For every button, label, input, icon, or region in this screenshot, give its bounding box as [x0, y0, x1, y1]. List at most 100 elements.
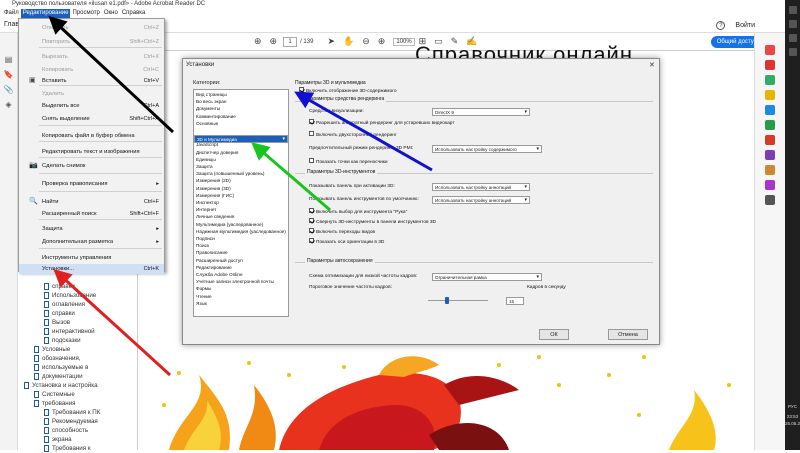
bookmark-item[interactable]: обозначения,: [34, 355, 81, 363]
prev-page-icon[interactable]: ⊕: [254, 36, 262, 47]
help-icon[interactable]: ?: [716, 20, 726, 30]
category-item[interactable]: Мультимедиа (уаследованное): [194, 222, 288, 228]
category-item[interactable]: Чтение: [194, 294, 288, 300]
bookmark-item[interactable]: используемые в: [34, 364, 88, 372]
enable-3d-checkbox[interactable]: Включить отображение 3D-содержимого: [299, 87, 397, 94]
combine-icon[interactable]: [765, 105, 775, 115]
task-icon[interactable]: [788, 34, 797, 42]
category-item[interactable]: Личные сведения: [194, 214, 288, 220]
next-page-icon[interactable]: ⊕: [270, 36, 278, 47]
category-item[interactable]: Расширенный доступ: [194, 258, 288, 264]
category-item[interactable]: Во весь экран: [194, 99, 288, 105]
task-icon[interactable]: [788, 20, 797, 28]
category-item[interactable]: Инспектор: [194, 200, 288, 206]
edit-menu-item[interactable]: 📷 Сделать снимок: [19, 161, 164, 171]
export-pdf-icon[interactable]: [765, 45, 775, 55]
category-item[interactable]: Единицы: [194, 157, 288, 163]
edit-menu-item[interactable]: Копировать Ctrl+C: [19, 65, 164, 75]
close-icon[interactable]: ✕: [649, 61, 655, 69]
bookmark-item[interactable]: подсказки: [44, 337, 81, 345]
create-pdf-icon[interactable]: [765, 60, 775, 70]
send-icon[interactable]: [765, 180, 775, 190]
bookmark-item[interactable]: способность: [44, 427, 88, 435]
bookmark-item[interactable]: Требования к ПК: [44, 409, 100, 417]
edit-menu-item[interactable]: Удалить: [19, 89, 164, 99]
edit-menu-item[interactable]: Редактировать текст и изображения: [19, 147, 164, 157]
edit-menu-item[interactable]: Защита ▸: [19, 224, 164, 234]
default-tools-select[interactable]: Использовать настройку аннотаций: [432, 196, 530, 204]
bookmark-item[interactable]: справки: [44, 310, 75, 318]
collapse-tools-checkbox[interactable]: Свернуть 3D-инструменты в панели инструм…: [309, 218, 436, 225]
attachments-icon[interactable]: 📎: [0, 85, 17, 94]
category-item[interactable]: Служба Adobe Online: [194, 272, 288, 278]
category-item[interactable]: Измерения (ГИС): [194, 193, 288, 199]
start-icon[interactable]: [788, 6, 797, 14]
edit-pdf-icon[interactable]: [765, 75, 775, 85]
double-sided-checkbox[interactable]: Включить двухсторонний рендеринг: [309, 131, 397, 138]
bookmark-item[interactable]: оглавления: [44, 301, 85, 309]
clock-time[interactable]: 23:53: [785, 414, 800, 419]
bookmark-item[interactable]: Установка и настройка: [24, 382, 98, 390]
category-item[interactable]: Учетные записи электронной почты: [194, 279, 288, 285]
renderer-select[interactable]: DirectX 9: [432, 108, 530, 116]
show-panel-select[interactable]: Использовать настройку аннотаций: [432, 183, 530, 191]
comment-tool-icon[interactable]: [765, 90, 775, 100]
fps-slider-track[interactable]: [428, 300, 488, 301]
bookmark-item[interactable]: Рекомендуемая: [44, 418, 98, 426]
edit-menu-item[interactable]: Копировать файл в буфер обмена: [19, 131, 164, 141]
category-item[interactable]: Защита: [194, 164, 288, 170]
zoom-in-icon[interactable]: ⊕: [378, 36, 386, 47]
bookmark-item[interactable]: Системные: [34, 391, 75, 399]
edit-menu-item[interactable]: Выделить все Ctrl+A: [19, 101, 164, 111]
view-transitions-checkbox[interactable]: Включить переходы видов: [309, 228, 375, 235]
category-item[interactable]: Интернет: [194, 207, 288, 213]
select-tool-icon[interactable]: ➤: [327, 36, 335, 47]
ok-button[interactable]: ОК: [539, 329, 569, 340]
category-item[interactable]: Защита (повышенный уровень): [194, 171, 288, 177]
bookmark-item[interactable]: документации: [34, 373, 83, 381]
organize-icon[interactable]: [765, 120, 775, 130]
menu-help[interactable]: Справка: [120, 9, 148, 18]
category-item[interactable]: Документы: [194, 106, 288, 112]
category-item[interactable]: Основные: [194, 121, 288, 127]
edit-menu-item[interactable]: Отменить Ctrl+Z: [19, 23, 164, 33]
signin-link[interactable]: Войти: [735, 22, 755, 29]
category-item[interactable]: Язык: [194, 301, 288, 307]
menu-window[interactable]: Окно: [102, 9, 120, 18]
categories-list[interactable]: Вид страницы Во весь экран Документы Коммен…: [193, 89, 289, 317]
edit-menu-item[interactable]: 🔍 Найти Ctrl+F: [19, 197, 164, 207]
bookmark-item[interactable]: Условные: [34, 346, 70, 354]
menu-edit[interactable]: Редактирование: [20, 9, 71, 18]
category-item[interactable]: Надежная мультимедия (уаследованное): [194, 229, 288, 235]
bookmark-item[interactable]: Требования к: [44, 445, 91, 453]
bookmark-item[interactable]: справки: [44, 283, 75, 291]
edit-menu-item[interactable]: Установки... Ctrl+K: [19, 264, 164, 274]
category-item[interactable]: Измерения (2D): [194, 178, 288, 184]
language-indicator[interactable]: РУС: [785, 404, 800, 409]
zoom-out-icon[interactable]: ⊖: [362, 36, 370, 47]
category-item[interactable]: Диспетчер доверия: [194, 150, 288, 156]
more-tools-icon[interactable]: [765, 195, 775, 205]
pmi-select[interactable]: Использовать настройку содержимого: [432, 145, 542, 153]
category-item[interactable]: [194, 128, 288, 134]
edit-menu-item[interactable]: Снять выделение Shift+Ctrl+A: [19, 114, 164, 124]
category-item[interactable]: Измерения (3D): [194, 186, 288, 192]
hand-tool-icon[interactable]: ✋: [343, 36, 354, 47]
task-icon[interactable]: [788, 48, 797, 56]
bookmark-item[interactable]: Использование: [44, 292, 96, 300]
fps-slider-handle[interactable]: [445, 297, 449, 304]
category-item[interactable]: Подписи: [194, 236, 288, 242]
zoom-select[interactable]: 100%: [393, 37, 415, 46]
edit-menu-item[interactable]: Повторить Shift+Ctrl+Z: [19, 37, 164, 47]
cancel-button[interactable]: Отмена: [608, 329, 648, 340]
hw-renderer-checkbox[interactable]: Разрешить аппаратный рендеринг для устар…: [309, 119, 455, 126]
bookmark-item[interactable]: Вызов: [44, 319, 70, 327]
bookmark-item[interactable]: экрана: [44, 436, 72, 444]
fps-value-input[interactable]: 15: [506, 297, 524, 305]
show-through-checkbox[interactable]: Показать точки как переносчики: [309, 158, 388, 165]
category-item[interactable]: JavaScript: [194, 142, 288, 148]
edit-menu-item[interactable]: Дополнительная разметка ▸: [19, 237, 164, 247]
thumbnails-icon[interactable]: ▤: [0, 55, 17, 64]
show-axes-checkbox[interactable]: Показать оси ориентации в 3D: [309, 238, 384, 245]
optimize-select[interactable]: Ограничительная рамка: [432, 273, 542, 281]
